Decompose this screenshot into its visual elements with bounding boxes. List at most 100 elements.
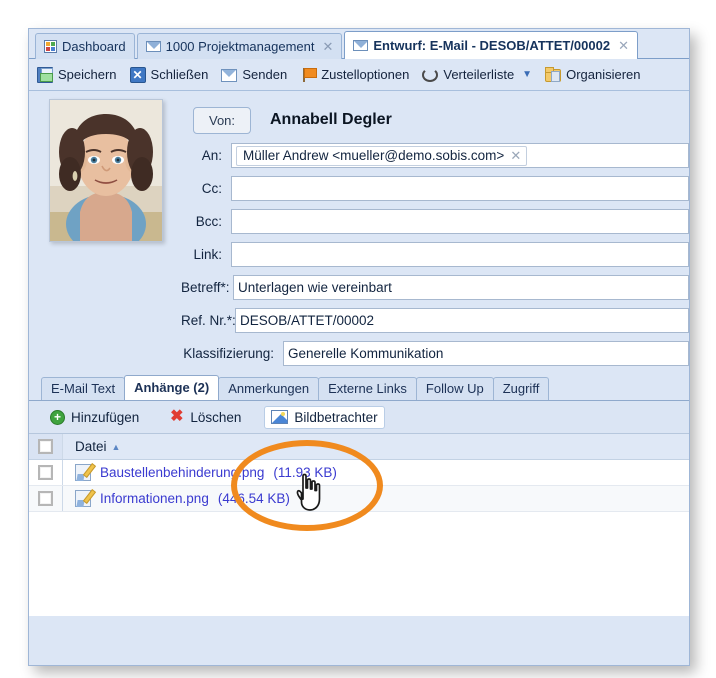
- tab-label: 1000 Projektmanagement: [165, 39, 315, 54]
- close-x-icon: ✕: [129, 66, 146, 83]
- tab-follow-up[interactable]: Follow Up: [415, 377, 494, 400]
- cc-input[interactable]: [231, 176, 689, 201]
- envelope-icon: [221, 69, 238, 82]
- file-size: (446.54 KB): [217, 491, 290, 506]
- email-header-form: Von: Annabell Degler An: Müller Andrew <…: [29, 91, 689, 374]
- select-all-checkbox[interactable]: [38, 439, 53, 454]
- field-row-an: An: Müller Andrew <mueller@demo.sobis.co…: [181, 139, 689, 172]
- toolbar-label: Organisieren: [566, 67, 641, 82]
- dashboard-icon: [44, 40, 57, 53]
- file-size: (11.93 KB): [273, 465, 337, 480]
- field-row-link: Link:: [181, 238, 689, 271]
- delete-attachment-button[interactable]: ✖ Löschen: [162, 406, 248, 429]
- tab-label: Dashboard: [62, 39, 126, 54]
- envelope-icon: [145, 41, 161, 52]
- window-tab-bar: Dashboard 1000 Projektmanagement ✕ Entwu…: [29, 29, 689, 59]
- button-label: Hinzufügen: [71, 409, 140, 425]
- table-row[interactable]: Informationen.png (446.54 KB): [29, 486, 689, 512]
- row-select-cell[interactable]: [29, 486, 63, 511]
- folder-lock-icon: [545, 67, 562, 82]
- tab-projektmanagement[interactable]: 1000 Projektmanagement ✕: [136, 33, 343, 59]
- header-fields: Von: Annabell Degler An: Müller Andrew <…: [181, 101, 689, 370]
- image-viewer-button[interactable]: Bildbetrachter: [264, 405, 385, 429]
- betreff-input[interactable]: Unterlagen wie vereinbart: [233, 275, 689, 300]
- distribution-list-icon: [422, 68, 439, 82]
- add-attachment-button[interactable]: + Hinzufügen: [43, 406, 146, 429]
- button-label: Bildbetrachter: [294, 409, 378, 425]
- field-row-klassifizierung: Klassifizierung: Generelle Kommunikation: [181, 337, 689, 370]
- select-all-cell[interactable]: [29, 434, 63, 459]
- attachments-pane: + Hinzufügen ✖ Löschen Bildbetrachter Da…: [29, 401, 689, 616]
- image-viewer-icon: [271, 410, 289, 424]
- field-row-von: Von: Annabell Degler: [181, 101, 689, 139]
- field-label-refnr: Ref. Nr.*:: [181, 313, 236, 328]
- tab-email-draft[interactable]: Entwurf: E-Mail - DESOB/ATTET/00002 ✕: [344, 31, 638, 59]
- sender-avatar: [49, 99, 163, 242]
- toolbar-organisieren[interactable]: Organisieren: [545, 67, 641, 82]
- klassifizierung-input[interactable]: Generelle Kommunikation: [283, 341, 689, 366]
- bcc-input[interactable]: [231, 209, 689, 234]
- field-label-an: An:: [201, 148, 222, 163]
- email-toolbar: Speichern ✕ Schließen Senden Zustellopti…: [29, 59, 689, 91]
- toolbar-verteilerliste[interactable]: Verteilerliste ▼: [422, 67, 532, 82]
- from-button[interactable]: Von:: [193, 106, 251, 134]
- button-label: Löschen: [190, 409, 242, 425]
- toolbar-label: Schließen: [150, 67, 209, 82]
- chevron-down-icon[interactable]: ▼: [522, 69, 532, 80]
- from-name: Annabell Degler: [270, 111, 392, 128]
- field-row-betreff: Betreff*: Unterlagen wie vereinbart: [181, 271, 689, 304]
- file-name-link[interactable]: Baustellenbehinderung.png: [100, 465, 264, 480]
- flag-icon: [300, 67, 318, 83]
- row-checkbox[interactable]: [38, 465, 53, 480]
- tab-dashboard[interactable]: Dashboard: [35, 33, 135, 59]
- refnr-input[interactable]: DESOB/ATTET/00002: [235, 308, 689, 333]
- screenshot-root: Dashboard 1000 Projektmanagement ✕ Entwu…: [0, 0, 716, 678]
- column-header-datei[interactable]: Datei ▲: [63, 439, 120, 454]
- field-label-link: Link:: [193, 247, 222, 262]
- tab-email-text[interactable]: E-Mail Text: [41, 377, 126, 400]
- field-label-cc: Cc:: [201, 181, 222, 196]
- file-cell: Baustellenbehinderung.png (11.93 KB): [63, 464, 337, 481]
- attachments-toolbar: + Hinzufügen ✖ Löschen Bildbetrachter: [29, 401, 689, 434]
- tab-externe-links[interactable]: Externe Links: [318, 377, 417, 400]
- toolbar-label: Senden: [242, 67, 288, 82]
- file-edit-icon: [75, 464, 91, 481]
- plus-circle-icon: +: [50, 409, 65, 425]
- file-edit-icon: [75, 490, 91, 507]
- link-input[interactable]: [231, 242, 689, 267]
- row-select-cell[interactable]: [29, 460, 63, 485]
- field-label-betreff: Betreff*:: [181, 280, 230, 295]
- close-icon[interactable]: ✕: [618, 38, 629, 54]
- an-input[interactable]: Müller Andrew <mueller@demo.sobis.com> ✕: [231, 143, 689, 168]
- field-row-bcc: Bcc:: [181, 205, 689, 238]
- field-row-refnr: Ref. Nr.*: DESOB/ATTET/00002: [181, 304, 689, 337]
- toolbar-senden[interactable]: Senden: [221, 67, 287, 82]
- toolbar-zustelloptionen[interactable]: Zustelloptionen: [300, 67, 409, 83]
- detail-tab-strip: E-Mail Text Anhänge (2) Anmerkungen Exte…: [29, 374, 689, 401]
- tab-anhaenge[interactable]: Anhänge (2): [124, 375, 220, 400]
- recipient-token-label: Müller Andrew <mueller@demo.sobis.com>: [243, 148, 505, 163]
- toolbar-speichern[interactable]: Speichern: [37, 66, 117, 83]
- toolbar-label: Zustelloptionen: [321, 67, 410, 82]
- save-icon: [37, 66, 53, 83]
- recipient-token[interactable]: Müller Andrew <mueller@demo.sobis.com> ✕: [236, 145, 528, 166]
- column-header-label: Datei: [75, 439, 107, 454]
- file-name-link[interactable]: Informationen.png: [100, 491, 209, 506]
- row-checkbox[interactable]: [38, 491, 53, 506]
- remove-recipient-icon[interactable]: ✕: [510, 148, 521, 164]
- toolbar-schliessen[interactable]: ✕ Schließen: [129, 66, 209, 83]
- tab-zugriff[interactable]: Zugriff: [492, 377, 550, 400]
- table-row[interactable]: Baustellenbehinderung.png (11.93 KB): [29, 460, 689, 486]
- close-icon[interactable]: ✕: [322, 39, 333, 55]
- toolbar-label: Verteilerliste: [443, 67, 515, 82]
- email-draft-window: Dashboard 1000 Projektmanagement ✕ Entwu…: [28, 28, 690, 666]
- envelope-icon: [353, 40, 369, 51]
- red-x-icon: ✖: [170, 407, 184, 425]
- avatar-photo: [50, 100, 162, 241]
- toolbar-label: Speichern: [58, 67, 117, 82]
- field-label-klassifizierung: Klassifizierung:: [183, 346, 274, 361]
- tab-label: Entwurf: E-Mail - DESOB/ATTET/00002: [373, 38, 611, 53]
- sort-ascending-icon: ▲: [111, 441, 121, 452]
- tab-anmerkungen[interactable]: Anmerkungen: [218, 377, 320, 400]
- field-label-bcc: Bcc:: [195, 214, 222, 229]
